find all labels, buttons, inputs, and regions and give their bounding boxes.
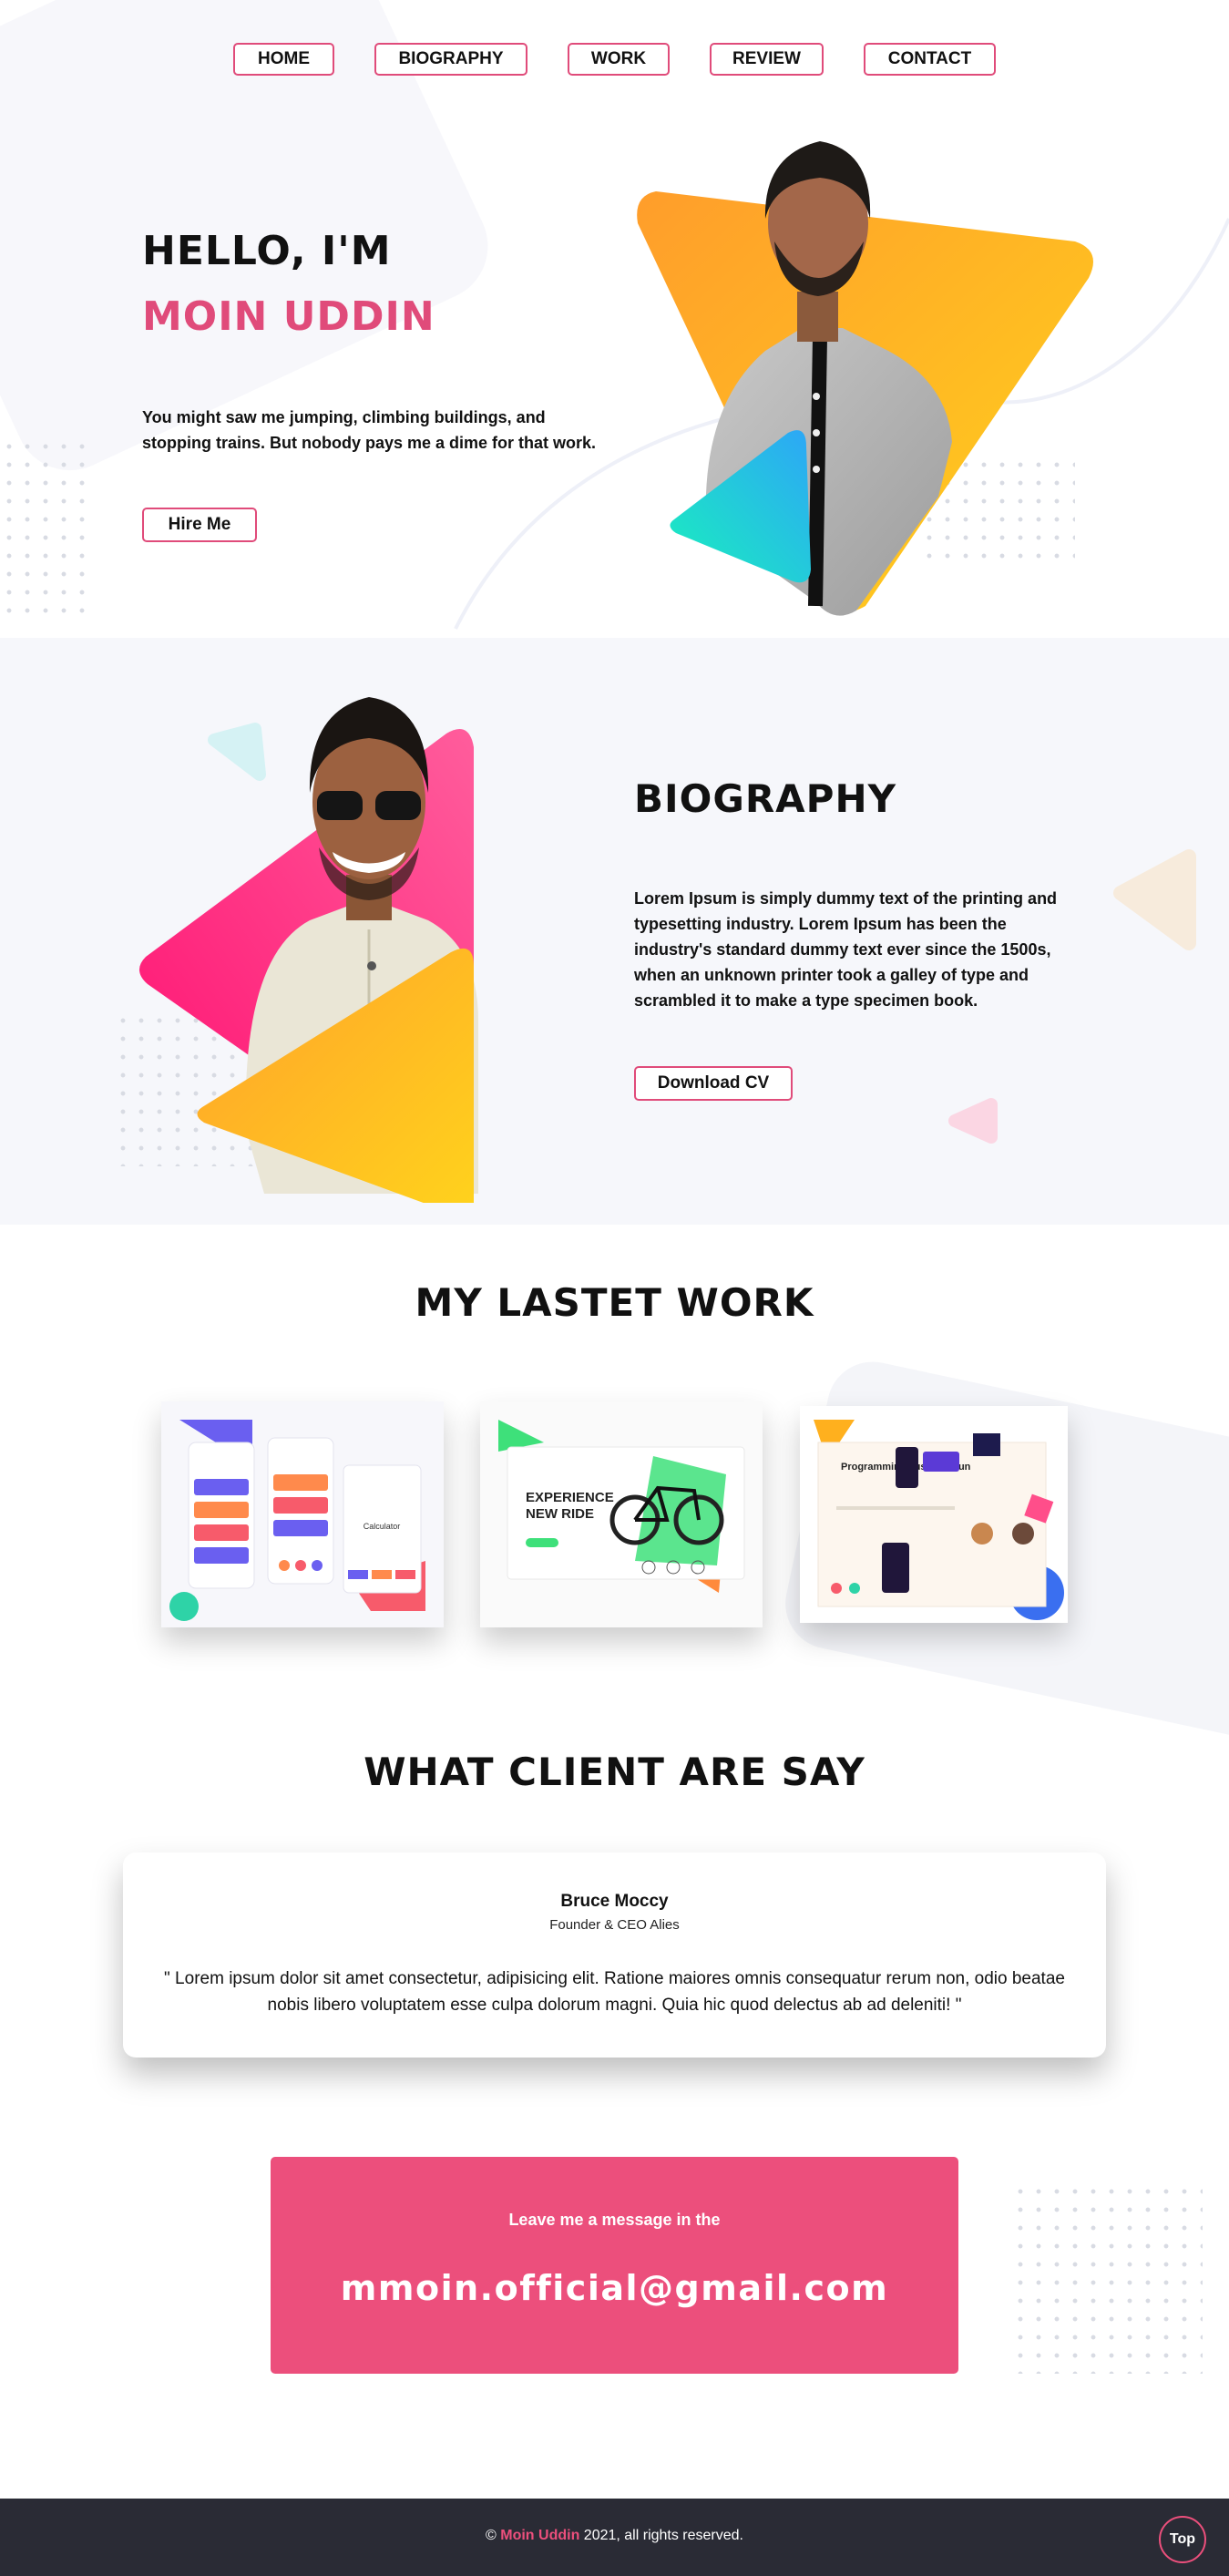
work-item-programming-site[interactable]: Programming Just Got Fun bbox=[800, 1406, 1068, 1623]
footer: © Moin Uddin 2021, all rights reserved. … bbox=[0, 2499, 1229, 2576]
back-to-top-button[interactable]: Top bbox=[1159, 2516, 1206, 2563]
nav-work[interactable]: WORK bbox=[568, 43, 670, 76]
contact-lead: Leave me a message in the bbox=[508, 2211, 721, 2229]
bike-landing-thumbnail: EXPERIENCE NEW RIDE bbox=[480, 1401, 763, 1627]
review-title: WHAT CLIENT ARE SAY bbox=[364, 1750, 865, 1794]
hero-description: You might saw me jumping, climbing build… bbox=[142, 408, 597, 452]
hire-me-button[interactable]: Hire Me bbox=[142, 508, 257, 542]
review-quote: " Lorem ipsum dolor sit amet consectetur… bbox=[164, 1969, 1065, 2015]
work-title: MY LASTET WORK bbox=[415, 1280, 814, 1325]
hero-portrait-graphic bbox=[637, 141, 1093, 616]
contact-email-link[interactable]: mmoin.official@gmail.com bbox=[271, 2268, 958, 2308]
work-item-app-screens[interactable]: Calculator bbox=[161, 1401, 444, 1627]
bio-portrait-graphic bbox=[138, 697, 478, 1203]
copyright-symbol: © bbox=[486, 2528, 497, 2543]
reviewer-role: Founder & CEO Alies bbox=[549, 1917, 680, 1933]
contact-box: Leave me a message in the mmoin.official… bbox=[271, 2157, 958, 2374]
contact-dots bbox=[1011, 2182, 1203, 2374]
hero-dots-left bbox=[0, 437, 91, 620]
nav-contact[interactable]: CONTACT bbox=[864, 43, 996, 76]
footer-rights: 2021, all rights reserved. bbox=[583, 2528, 743, 2543]
biography-section: BIOGRAPHY Lorem Ipsum is simply dummy te… bbox=[0, 638, 1229, 1225]
footer-copyright: © Moin Uddin 2021, all rights reserved. bbox=[0, 2528, 1229, 2544]
biography-text: Lorem Ipsum is simply dummy text of the … bbox=[634, 889, 1058, 1010]
programming-site-thumbnail: Programming Just Got Fun bbox=[800, 1406, 1068, 1623]
biography-title: BIOGRAPHY bbox=[634, 776, 897, 821]
hero-name: MOIN UDDIN bbox=[142, 293, 435, 340]
work-item-bike-landing[interactable]: EXPERIENCE NEW RIDE bbox=[480, 1401, 763, 1627]
hero-greeting: HELLO, I'M bbox=[142, 228, 392, 274]
review-card: Bruce Moccy Founder & CEO Alies " Lorem … bbox=[123, 1852, 1106, 2058]
app-screens-caption: Calculator bbox=[364, 1522, 401, 1531]
bike-headline-2: NEW RIDE bbox=[526, 1506, 594, 1522]
download-cv-button[interactable]: Download CV bbox=[634, 1066, 793, 1101]
nav-home[interactable]: HOME bbox=[233, 43, 334, 76]
app-screens-thumbnail: Calculator bbox=[161, 1401, 444, 1627]
nav-biography[interactable]: BIOGRAPHY bbox=[374, 43, 527, 76]
bike-headline-1: EXPERIENCE bbox=[526, 1490, 614, 1505]
nav-review[interactable]: REVIEW bbox=[710, 43, 824, 76]
footer-brand: Moin Uddin bbox=[500, 2528, 580, 2543]
reviewer-name: Bruce Moccy bbox=[560, 1892, 669, 1911]
